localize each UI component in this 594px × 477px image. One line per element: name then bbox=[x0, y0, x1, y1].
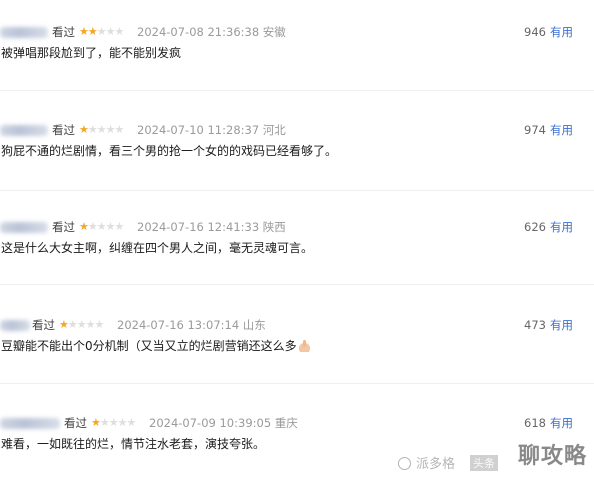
review-item: 看过 ★★★★★ 2024-07-09 10:39:05 重庆 618 有用 难… bbox=[0, 413, 594, 473]
watched-label: 看过 bbox=[32, 318, 55, 332]
review-date: 2024-07-08 21:36:38 安徽 bbox=[137, 25, 286, 39]
useful-button[interactable]: 有用 bbox=[550, 315, 573, 335]
review-date: 2024-07-09 10:39:05 重庆 bbox=[149, 416, 298, 430]
divider bbox=[0, 190, 594, 191]
star-empty-icon: ★ bbox=[117, 416, 128, 429]
star-empty-icon: ★ bbox=[96, 25, 107, 38]
rating-stars: ★★★★★ bbox=[79, 120, 125, 140]
review-date: 2024-07-10 11:28:37 河北 bbox=[137, 123, 286, 137]
review-meta: 看过 ★★★★★ 2024-07-08 21:36:38 安徽 946 有用 bbox=[0, 22, 594, 42]
review-text: 难看，一如既往的烂，情节注水老套，演技夸张。 bbox=[1, 437, 266, 451]
star-empty-icon: ★ bbox=[85, 318, 96, 331]
watched-label: 看过 bbox=[52, 220, 75, 234]
star-empty-icon: ★ bbox=[96, 220, 107, 233]
star-empty-icon: ★ bbox=[87, 220, 98, 233]
review-text: 被弹唱那段尬到了，能不能别发疯 bbox=[1, 46, 182, 60]
star-filled-icon: ★ bbox=[79, 220, 89, 233]
star-empty-icon: ★ bbox=[105, 123, 116, 136]
username-blurred[interactable] bbox=[0, 27, 48, 38]
star-filled-icon: ★ bbox=[91, 416, 101, 429]
rating-stars: ★★★★★ bbox=[79, 217, 125, 237]
star-empty-icon: ★ bbox=[108, 416, 119, 429]
watermark-sub: 头条 bbox=[470, 455, 498, 471]
review-item: 看过 ★★★★★ 2024-07-16 13:07:14 山东 473 有用 豆… bbox=[0, 315, 594, 375]
vote-count: 618 bbox=[524, 416, 546, 430]
rating-stars: ★★★★★ bbox=[79, 22, 125, 42]
watermark-source: 派多格 bbox=[416, 457, 456, 472]
star-empty-icon: ★ bbox=[67, 318, 78, 331]
review-date: 2024-07-16 12:41:33 陕西 bbox=[137, 220, 286, 234]
review-meta: 看过 ★★★★★ 2024-07-09 10:39:05 重庆 618 有用 bbox=[0, 413, 594, 433]
star-empty-icon: ★ bbox=[76, 318, 87, 331]
star-empty-icon: ★ bbox=[114, 220, 125, 233]
review-item: 看过 ★★★★★ 2024-07-10 11:28:37 河北 974 有用 狗… bbox=[0, 120, 594, 180]
divider bbox=[0, 90, 594, 91]
watched-label: 看过 bbox=[52, 123, 75, 137]
rating-stars: ★★★★★ bbox=[59, 315, 105, 335]
username-blurred[interactable] bbox=[0, 125, 48, 136]
watermark-brand: 聊攻略 bbox=[518, 444, 588, 469]
review-text-wrapper: 豆瓣能不能出个0分机制（又当又立的烂剧营销还这么多 bbox=[1, 337, 310, 355]
username-blurred[interactable] bbox=[0, 418, 60, 429]
star-filled-icon: ★ bbox=[59, 318, 69, 331]
useful-button[interactable]: 有用 bbox=[550, 217, 573, 237]
star-filled-icon: ★ bbox=[87, 25, 98, 38]
review-item: 看过 ★★★★★ 2024-07-08 21:36:38 安徽 946 有用 被… bbox=[0, 22, 594, 82]
review-meta: 看过 ★★★★★ 2024-07-16 13:07:14 山东 473 有用 bbox=[0, 315, 594, 335]
star-empty-icon: ★ bbox=[105, 220, 116, 233]
divider bbox=[0, 284, 594, 285]
useful-button[interactable]: 有用 bbox=[550, 22, 573, 42]
star-empty-icon: ★ bbox=[105, 25, 116, 38]
star-filled-icon: ★ bbox=[79, 123, 89, 136]
vote-count: 974 bbox=[524, 123, 546, 137]
hand-emoji-icon bbox=[298, 340, 310, 352]
star-empty-icon: ★ bbox=[114, 123, 125, 136]
vote-count: 946 bbox=[524, 25, 546, 39]
rating-stars: ★★★★★ bbox=[91, 413, 137, 433]
review-date: 2024-07-16 13:07:14 山东 bbox=[117, 318, 266, 332]
divider bbox=[0, 383, 594, 384]
watched-label: 看过 bbox=[64, 416, 87, 430]
vote-count: 473 bbox=[524, 318, 546, 332]
useful-button[interactable]: 有用 bbox=[550, 413, 573, 433]
star-empty-icon: ★ bbox=[94, 318, 105, 331]
watermark-logo-icon bbox=[398, 457, 411, 470]
star-empty-icon: ★ bbox=[87, 123, 98, 136]
username-blurred[interactable] bbox=[0, 222, 48, 233]
star-empty-icon: ★ bbox=[99, 416, 110, 429]
star-filled-icon: ★ bbox=[79, 25, 89, 38]
review-text: 这是什么大女主啊，纠缠在四个男人之间，毫无灵魂可言。 bbox=[1, 241, 314, 255]
useful-button[interactable]: 有用 bbox=[550, 120, 573, 140]
username-blurred[interactable] bbox=[0, 320, 30, 331]
watched-label: 看过 bbox=[52, 25, 75, 39]
star-empty-icon: ★ bbox=[126, 416, 137, 429]
review-text: 狗屁不通的烂剧情，看三个男的抢一个女的的戏码已经看够了。 bbox=[1, 144, 338, 158]
review-meta: 看过 ★★★★★ 2024-07-16 12:41:33 陕西 626 有用 bbox=[0, 217, 594, 237]
star-empty-icon: ★ bbox=[96, 123, 107, 136]
star-empty-icon: ★ bbox=[114, 25, 125, 38]
review-meta: 看过 ★★★★★ 2024-07-10 11:28:37 河北 974 有用 bbox=[0, 120, 594, 140]
vote-count: 626 bbox=[524, 220, 546, 234]
review-item: 看过 ★★★★★ 2024-07-16 12:41:33 陕西 626 有用 这… bbox=[0, 217, 594, 277]
review-text: 豆瓣能不能出个0分机制（又当又立的烂剧营销还这么多 bbox=[1, 339, 297, 353]
